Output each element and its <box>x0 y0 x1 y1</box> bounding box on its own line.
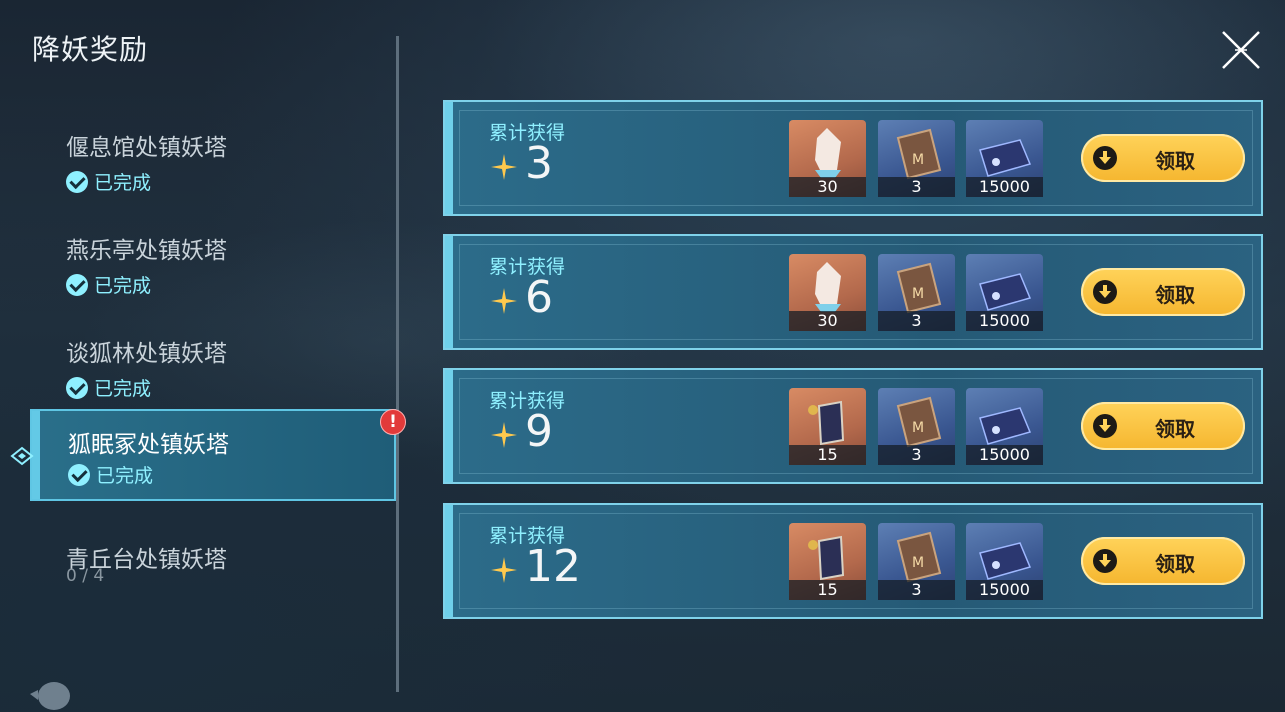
item-quantity: 3 <box>878 445 955 465</box>
item-quantity: 3 <box>878 580 955 600</box>
card-pack-icon[interactable]: 15 <box>789 523 866 600</box>
reward-card: 累计获得 9 15 M 3 15000 领取 <box>443 368 1263 484</box>
sidebar-item-label: 燕乐亭处镇妖塔 <box>66 238 227 264</box>
star-count: 3 <box>525 138 553 189</box>
star-icon <box>491 422 517 448</box>
star-count: 6 <box>525 272 553 323</box>
item-quantity: 15 <box>789 580 866 600</box>
star-icon <box>491 288 517 314</box>
ticket-icon[interactable]: 15000 <box>966 523 1043 600</box>
svg-text:M: M <box>912 152 924 168</box>
book-icon[interactable]: M 3 <box>878 254 955 331</box>
sidebar-item-humianzhong[interactable]: 狐眠冢处镇妖塔 已完成 ! <box>30 409 406 501</box>
alert-icon: ! <box>380 409 406 435</box>
claim-button[interactable]: 领取 <box>1081 402 1245 450</box>
claim-button-label: 领取 <box>1155 283 1195 307</box>
reward-card: 累计获得 3 30 M 3 15000 领取 <box>443 100 1263 216</box>
book-icon[interactable]: M 3 <box>878 120 955 197</box>
whale-icon <box>30 682 70 710</box>
book-icon[interactable]: M 3 <box>878 388 955 465</box>
svg-text:M: M <box>912 420 924 436</box>
item-quantity: 15 <box>789 445 866 465</box>
svg-text:M: M <box>912 555 924 571</box>
item-quantity: 15000 <box>966 580 1043 600</box>
crystal-icon[interactable]: 30 <box>789 120 866 197</box>
sidebar-item-label: 狐眠冢处镇妖塔 <box>68 432 229 458</box>
sidebar-item-tanhulin[interactable]: 谈狐林处镇妖塔 已完成 <box>30 320 396 412</box>
status-text: 已完成 <box>94 172 152 194</box>
status-text: 已完成 <box>94 378 152 400</box>
page-title: 降妖奖励 <box>32 33 149 66</box>
star-count: 9 <box>525 406 553 457</box>
status-complete: 已完成 <box>66 271 151 298</box>
claim-button-label: 领取 <box>1155 417 1195 441</box>
ticket-icon[interactable]: 15000 <box>966 120 1043 197</box>
item-quantity: 3 <box>878 177 955 197</box>
pointer-icon <box>10 446 34 466</box>
reward-card: 累计获得 6 30 M 3 15000 领取 <box>443 234 1263 350</box>
book-icon[interactable]: M 3 <box>878 523 955 600</box>
ticket-icon[interactable]: 15000 <box>966 254 1043 331</box>
download-icon <box>1093 414 1117 438</box>
claim-button[interactable]: 领取 <box>1081 134 1245 182</box>
star-icon <box>491 154 517 180</box>
star-icon <box>491 557 517 583</box>
item-quantity: 15000 <box>966 445 1043 465</box>
item-quantity: 30 <box>789 177 866 197</box>
check-icon <box>66 170 88 193</box>
download-icon <box>1093 280 1117 304</box>
ticket-icon[interactable]: 15000 <box>966 388 1043 465</box>
download-icon <box>1093 549 1117 573</box>
status-complete: 已完成 <box>66 168 151 195</box>
card-pack-icon[interactable]: 15 <box>789 388 866 465</box>
sidebar-item-qingqiutai[interactable]: 青丘台处镇妖塔 0 / 4 <box>30 526 396 618</box>
star-count: 12 <box>525 541 581 592</box>
sidebar-divider <box>396 36 399 692</box>
close-icon[interactable] <box>1219 28 1263 72</box>
sidebar-item-label: 谈狐林处镇妖塔 <box>66 341 227 367</box>
item-quantity: 15000 <box>966 177 1043 197</box>
crystal-icon[interactable]: 30 <box>789 254 866 331</box>
claim-button[interactable]: 领取 <box>1081 268 1245 316</box>
check-icon <box>68 463 90 486</box>
status-complete: 已完成 <box>66 374 151 401</box>
sidebar-item-label: 偃息馆处镇妖塔 <box>66 135 227 161</box>
claim-button[interactable]: 领取 <box>1081 537 1245 585</box>
status-text: 已完成 <box>96 465 154 487</box>
svg-text:M: M <box>912 286 924 302</box>
download-icon <box>1093 146 1117 170</box>
status-progress: 0 / 4 <box>66 566 105 586</box>
claim-button-label: 领取 <box>1155 149 1195 173</box>
item-quantity: 3 <box>878 311 955 331</box>
reward-card: 累计获得 12 15 M 3 15000 领取 <box>443 503 1263 619</box>
check-icon <box>66 273 88 296</box>
status-complete: 已完成 <box>68 461 153 488</box>
sidebar-item-yanxiguan[interactable]: 偃息馆处镇妖塔 已完成 <box>30 114 396 206</box>
item-quantity: 30 <box>789 311 866 331</box>
sidebar-item-yanleting[interactable]: 燕乐亭处镇妖塔 已完成 <box>30 217 396 309</box>
item-quantity: 15000 <box>966 311 1043 331</box>
check-icon <box>66 376 88 399</box>
status-text: 已完成 <box>94 275 152 297</box>
claim-button-label: 领取 <box>1155 552 1195 576</box>
